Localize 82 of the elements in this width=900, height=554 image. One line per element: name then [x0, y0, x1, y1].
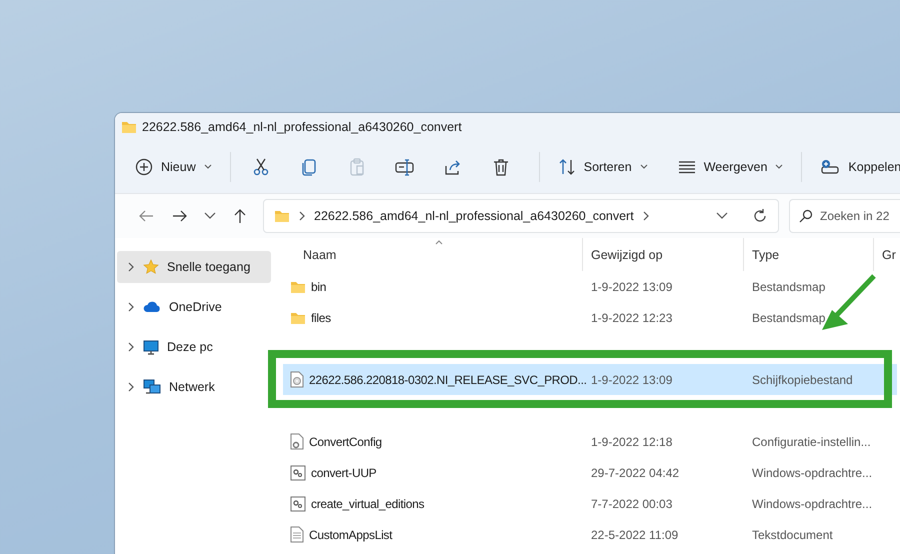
up-arrow-icon[interactable] [233, 208, 247, 224]
search-field[interactable]: Zoeken in 22 [789, 199, 900, 233]
file-row[interactable]: 22622.586.220818-0302.NI_RELEASE_SVC_PROD... 1-9-2022 13:09 Schijfkopiebestand [283, 364, 897, 395]
sidebar-item[interactable]: Deze pc [117, 331, 271, 363]
chevron-right-icon[interactable] [127, 382, 135, 392]
folder-icon [121, 120, 137, 134]
sidebar-item[interactable]: OneDrive [117, 291, 271, 323]
refresh-icon[interactable] [752, 208, 768, 224]
folder-icon [274, 209, 290, 223]
modified-date: 1-9-2022 13:09 [590, 372, 674, 386]
modified-date: 1-9-2022 12:23 [590, 310, 674, 324]
disc-file-icon [290, 371, 304, 388]
file-type: Bestandsmap [751, 310, 826, 324]
gear-file-icon [290, 433, 304, 450]
caret-icon [640, 164, 648, 170]
sort-button[interactable]: Sorteren [550, 150, 656, 184]
file-name: CustomAppsList [309, 528, 392, 542]
file-name: ConvertConfig [309, 434, 382, 448]
scissors-icon[interactable] [252, 158, 270, 176]
drive-connect-icon [820, 159, 840, 175]
chevron-right-icon[interactable] [127, 262, 135, 272]
document-icon [290, 526, 304, 543]
chevron-down-icon[interactable] [716, 212, 728, 220]
file-row[interactable]: convert-UUP 29-7-2022 04:42 Windows-opdrachtre... [283, 457, 897, 488]
share-icon[interactable] [444, 158, 462, 176]
gear-window-icon [290, 496, 306, 512]
trash-icon[interactable] [492, 158, 510, 176]
folder-icon [290, 310, 306, 324]
rename-icon[interactable] [394, 158, 415, 176]
cloud-icon [143, 301, 161, 313]
network-icon [143, 379, 161, 395]
file-name: bin [311, 280, 326, 294]
file-type: Tekstdocument [751, 528, 834, 542]
view-button[interactable]: Weergeven [670, 150, 792, 184]
modified-date: 7-7-2022 00:03 [590, 496, 674, 510]
column-header[interactable]: Gewijzigd op [583, 238, 744, 271]
search-icon [799, 209, 813, 223]
file-type: Bestandsmap [751, 280, 826, 294]
column-header[interactable]: Naam [281, 238, 583, 271]
path-segment[interactable]: 22622.586_amd64_nl-nl_professional_a6430260_convert [314, 209, 634, 223]
forward-arrow-icon[interactable] [172, 209, 188, 223]
recent-dropdown-icon[interactable] [204, 212, 216, 220]
back-arrow-icon[interactable] [138, 209, 154, 223]
file-row[interactable]: ConvertConfig 1-9-2022 12:18 Configuratie-instellin... [283, 426, 897, 457]
file-type: Windows-opdrachtre... [751, 466, 874, 480]
monitor-icon [143, 340, 159, 354]
sidebar-item[interactable]: Snelle toegang [117, 251, 271, 283]
chevron-right-icon [298, 211, 306, 221]
star-icon [143, 259, 159, 275]
gear-window-icon [290, 464, 306, 480]
file-name: convert-UUP [311, 466, 376, 480]
modified-date: 1-9-2022 13:09 [590, 280, 674, 294]
sidebar-item[interactable]: Netwerk [117, 371, 271, 403]
file-name: 22622.586.220818-0302.NI_RELEASE_SVC_PROD... [309, 372, 587, 386]
chevron-right-icon[interactable] [127, 342, 135, 352]
file-row[interactable]: files 1-9-2022 12:23 Bestandsmap [283, 302, 897, 333]
file-name: create_virtual_editions [311, 496, 424, 510]
file-type: Windows-opdrachtre... [751, 496, 874, 510]
file-row[interactable]: CustomAppsList 22-5-2022 11:09 Tekstdocument [283, 519, 897, 550]
file-type: Configuratie-instellin... [751, 434, 872, 448]
column-header[interactable]: Type [744, 238, 874, 271]
file-name: files [311, 310, 331, 324]
modified-date: 29-7-2022 04:42 [590, 466, 680, 480]
modified-date: 1-9-2022 12:18 [590, 434, 674, 448]
sort-icon [558, 158, 576, 176]
chevron-right-icon[interactable] [127, 302, 135, 312]
column-header[interactable]: Gr [874, 238, 900, 271]
copy-icon[interactable] [300, 158, 318, 176]
new-button[interactable]: Nieuw [127, 150, 220, 184]
file-row[interactable]: bin 1-9-2022 13:09 Bestandsmap [283, 271, 897, 302]
window-title: 22622.586_amd64_nl-nl_professional_a6430260_convert [142, 120, 462, 134]
address-bar[interactable]: 22622.586_amd64_nl-nl_professional_a6430260_convert [263, 199, 779, 233]
folder-icon [290, 280, 306, 294]
file-row[interactable]: create_virtual_editions 7-7-2022 00:03 Windows-opdrachtre... [283, 488, 897, 519]
sort-caret-icon [435, 240, 443, 245]
plus-circle-icon[interactable] [135, 158, 153, 176]
caret-icon [204, 164, 212, 170]
list-view-icon [678, 159, 696, 175]
modified-date: 22-5-2022 11:09 [590, 528, 680, 542]
file-type: Schijfkopiebestand [751, 372, 854, 386]
chevron-right-icon [642, 211, 650, 221]
caret-icon [775, 164, 784, 170]
